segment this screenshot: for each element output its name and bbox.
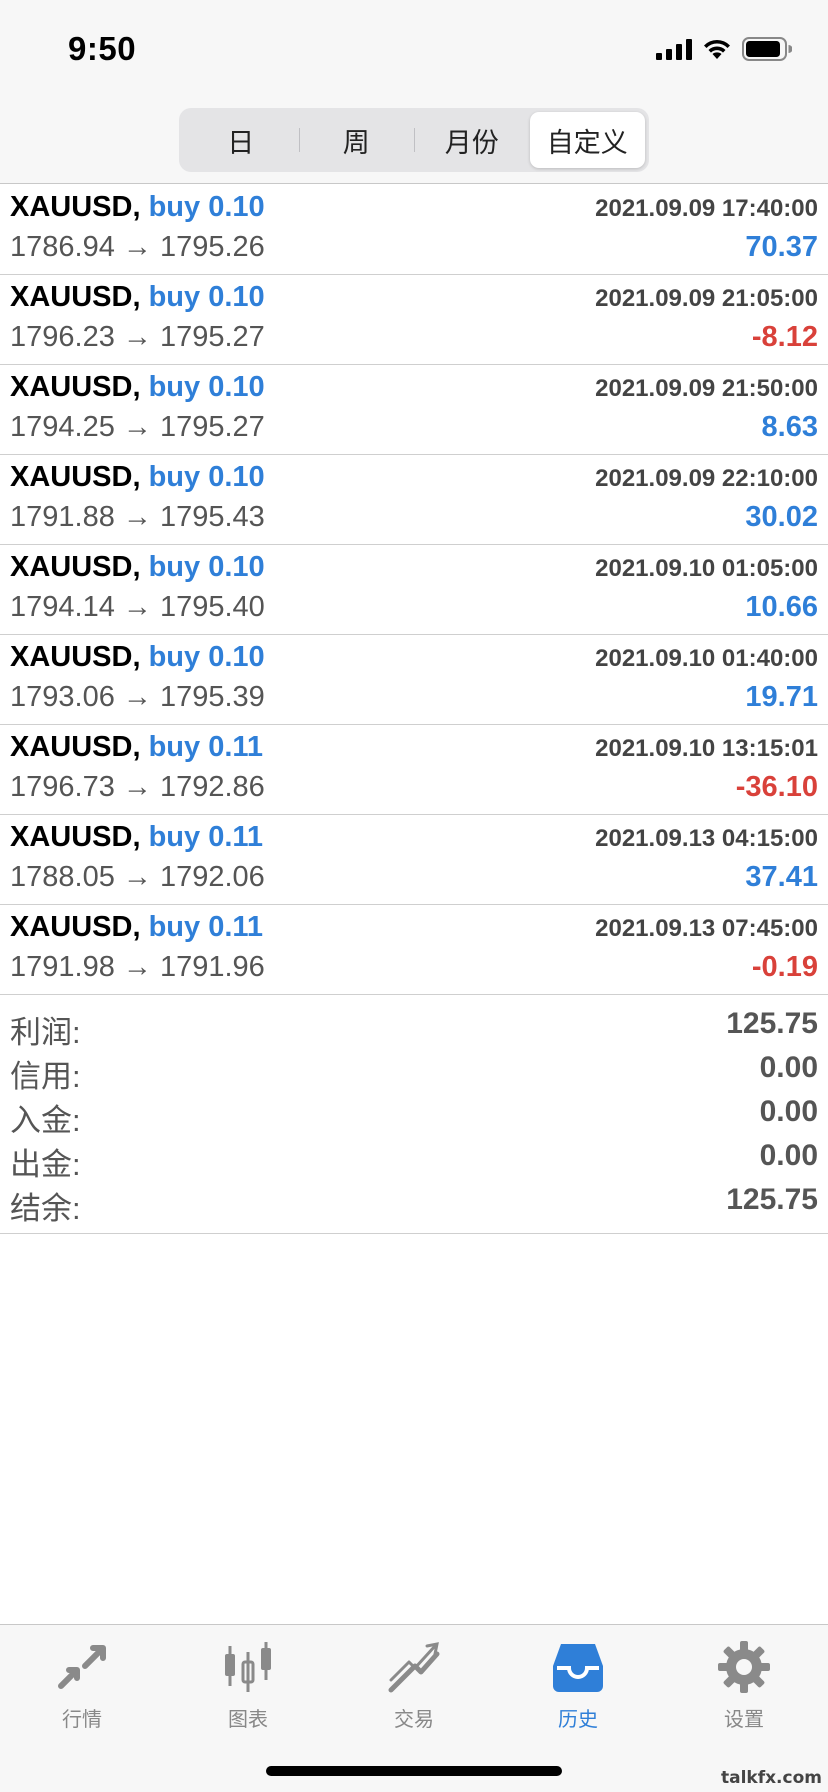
trade-side: buy 0.10 bbox=[148, 551, 265, 583]
tab-charts[interactable]: 图表 bbox=[188, 1639, 308, 1739]
trade-prices: 1796.23 → 1795.27 bbox=[10, 321, 265, 353]
trade-row[interactable]: XAUUSD, buy 0.10 2021.09.10 01:05:00 179… bbox=[0, 545, 828, 635]
trade-chart-icon bbox=[386, 1639, 442, 1695]
wifi-icon bbox=[702, 38, 732, 60]
segment-month[interactable]: 月份 bbox=[414, 112, 530, 168]
tab-trade[interactable]: 交易 bbox=[354, 1639, 474, 1739]
trade-row[interactable]: XAUUSD, buy 0.11 2021.09.10 13:15:01 179… bbox=[0, 725, 828, 815]
summary-label: 结余: bbox=[10, 1191, 81, 1226]
trade-symbol: XAUUSD, bbox=[10, 281, 141, 313]
header-area: 9:50 日 周 月份 自定义 bbox=[0, 0, 828, 184]
trade-symbol: XAUUSD, bbox=[10, 641, 141, 673]
quotes-arrows-icon bbox=[54, 1639, 110, 1695]
summary-deposit: 入金: 0.00 bbox=[0, 1091, 828, 1138]
tab-quotes[interactable]: 行情 bbox=[22, 1639, 142, 1739]
trade-profit: 8.63 bbox=[761, 411, 818, 443]
trade-symbol: XAUUSD, bbox=[10, 551, 141, 583]
trade-date: 2021.09.10 01:05:00 bbox=[595, 555, 818, 582]
trade-prices: 1791.88 → 1795.43 bbox=[10, 501, 265, 533]
summary-label: 入金: bbox=[10, 1103, 81, 1138]
segment-day[interactable]: 日 bbox=[183, 112, 299, 168]
trade-profit: 10.66 bbox=[745, 591, 818, 623]
summary-label: 信用: bbox=[10, 1059, 81, 1094]
trade-symbol: XAUUSD, bbox=[10, 911, 141, 943]
trade-date: 2021.09.13 04:15:00 bbox=[595, 825, 818, 852]
trade-profit: -0.19 bbox=[751, 951, 818, 983]
gear-icon bbox=[716, 1639, 772, 1695]
trade-row[interactable]: XAUUSD, buy 0.10 2021.09.09 21:50:00 179… bbox=[0, 365, 828, 455]
trade-date: 2021.09.09 17:40:00 bbox=[595, 195, 818, 222]
trade-side: buy 0.11 bbox=[148, 731, 264, 763]
trade-date: 2021.09.13 07:45:00 bbox=[595, 915, 818, 942]
trade-row[interactable]: XAUUSD, buy 0.11 2021.09.13 04:15:00 178… bbox=[0, 815, 828, 905]
tab-label: 交易 bbox=[394, 1709, 434, 1731]
summary-label: 利润: bbox=[10, 1015, 81, 1050]
trade-row[interactable]: XAUUSD, buy 0.10 2021.09.09 17:40:00 178… bbox=[0, 185, 828, 275]
summary-profit: 利润: 125.75 bbox=[0, 1003, 828, 1050]
trade-profit: 37.41 bbox=[745, 861, 818, 893]
trade-date: 2021.09.09 21:50:00 bbox=[595, 375, 818, 402]
summary-value: 0.00 bbox=[759, 1051, 818, 1084]
trade-side: buy 0.11 bbox=[148, 821, 264, 853]
tab-label: 行情 bbox=[62, 1709, 102, 1731]
trade-profit: -8.12 bbox=[751, 321, 818, 353]
segment-week[interactable]: 周 bbox=[298, 112, 415, 168]
trade-prices: 1796.73 → 1792.86 bbox=[10, 771, 265, 803]
trade-symbol: XAUUSD, bbox=[10, 191, 141, 223]
trade-side: buy 0.10 bbox=[148, 281, 265, 313]
trade-profit: 19.71 bbox=[745, 681, 818, 713]
trade-side: buy 0.10 bbox=[148, 461, 265, 493]
trade-prices: 1794.14 → 1795.40 bbox=[10, 591, 265, 623]
tab-settings[interactable]: 设置 bbox=[684, 1639, 804, 1739]
trade-date: 2021.09.09 21:05:00 bbox=[595, 285, 818, 312]
segment-custom[interactable]: 自定义 bbox=[529, 112, 645, 168]
watermark: talkfx.com bbox=[720, 1768, 822, 1788]
candlestick-chart-icon bbox=[220, 1639, 276, 1695]
trade-row[interactable]: XAUUSD, buy 0.10 2021.09.09 22:10:00 179… bbox=[0, 455, 828, 545]
period-segmented-control: 日 周 月份 自定义 bbox=[179, 108, 649, 172]
status-icons bbox=[656, 36, 792, 62]
trade-profit: 30.02 bbox=[745, 501, 818, 533]
tab-label: 设置 bbox=[724, 1709, 764, 1731]
summary-value: 125.75 bbox=[726, 1007, 818, 1040]
summary-label: 出金: bbox=[10, 1147, 81, 1182]
trade-prices: 1794.25 → 1795.27 bbox=[10, 411, 265, 443]
summary-credit: 信用: 0.00 bbox=[0, 1047, 828, 1094]
trade-prices: 1788.05 → 1792.06 bbox=[10, 861, 265, 893]
trade-side: buy 0.10 bbox=[148, 641, 265, 673]
trade-symbol: XAUUSD, bbox=[10, 461, 141, 493]
trade-profit: 70.37 bbox=[745, 231, 818, 263]
tab-history[interactable]: 历史 bbox=[518, 1639, 638, 1739]
account-summary: 利润: 125.75 信用: 0.00 入金: 0.00 出金: 0.00 结余… bbox=[0, 995, 828, 1234]
history-inbox-icon bbox=[550, 1639, 606, 1695]
trade-date: 2021.09.10 01:40:00 bbox=[595, 645, 818, 672]
trade-side: buy 0.10 bbox=[148, 371, 265, 403]
trade-side: buy 0.11 bbox=[148, 911, 264, 943]
trade-row[interactable]: XAUUSD, buy 0.10 2021.09.10 01:40:00 179… bbox=[0, 635, 828, 725]
trade-row[interactable]: XAUUSD, buy 0.10 2021.09.09 21:05:00 179… bbox=[0, 275, 828, 365]
trade-symbol: XAUUSD, bbox=[10, 731, 141, 763]
trade-date: 2021.09.10 13:15:01 bbox=[595, 735, 818, 762]
trade-history-list: XAUUSD, buy 0.10 2021.09.09 17:40:00 178… bbox=[0, 185, 828, 995]
home-indicator[interactable] bbox=[266, 1766, 562, 1776]
trade-date: 2021.09.09 22:10:00 bbox=[595, 465, 818, 492]
trade-prices: 1793.06 → 1795.39 bbox=[10, 681, 265, 713]
trade-prices: 1791.98 → 1791.96 bbox=[10, 951, 265, 983]
cellular-signal-icon bbox=[656, 38, 692, 60]
summary-value: 0.00 bbox=[759, 1095, 818, 1128]
trade-profit: -36.10 bbox=[735, 771, 818, 803]
battery-icon bbox=[742, 37, 792, 61]
summary-value: 0.00 bbox=[759, 1139, 818, 1172]
trade-row[interactable]: XAUUSD, buy 0.11 2021.09.13 07:45:00 179… bbox=[0, 905, 828, 995]
tab-label: 历史 bbox=[558, 1709, 598, 1731]
trade-side: buy 0.10 bbox=[148, 191, 265, 223]
trade-prices: 1786.94 → 1795.26 bbox=[10, 231, 265, 263]
summary-withdrawal: 出金: 0.00 bbox=[0, 1135, 828, 1182]
trade-symbol: XAUUSD, bbox=[10, 371, 141, 403]
tab-label: 图表 bbox=[228, 1709, 268, 1731]
summary-balance: 结余: 125.75 bbox=[0, 1179, 828, 1226]
summary-value: 125.75 bbox=[726, 1183, 818, 1216]
status-time: 9:50 bbox=[68, 30, 137, 67]
trade-symbol: XAUUSD, bbox=[10, 821, 141, 853]
